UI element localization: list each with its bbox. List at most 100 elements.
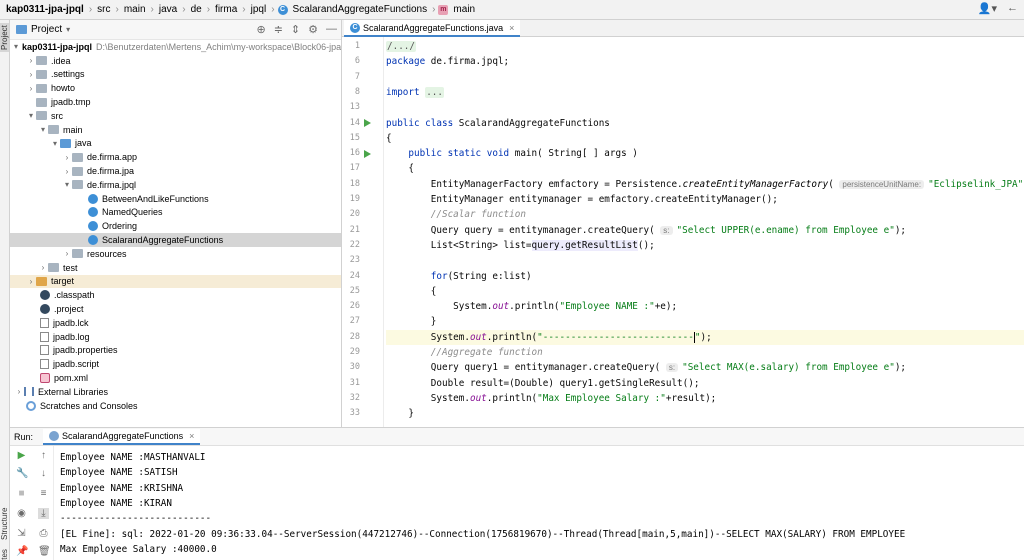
code-text: +e); [654, 301, 678, 313]
breadcrumb-project[interactable]: kap0311-jpa-jpql [4, 4, 86, 15]
scroll-to-end-icon[interactable]: ⤓ [38, 508, 49, 519]
close-icon[interactable]: × [509, 23, 514, 33]
breadcrumb-firma[interactable]: firma [213, 4, 239, 15]
tree-item-label: jpadb.tmp [51, 97, 91, 108]
tree-item-jpadb-lck[interactable]: jpadb.lck [10, 316, 341, 330]
tree-item-java[interactable]: ▾ java [10, 137, 341, 151]
chevron-down-icon[interactable]: ▾ [38, 125, 48, 134]
tree-item-test[interactable]: › test [10, 261, 341, 275]
chevron-right-icon[interactable]: › [38, 263, 48, 272]
chevron-right-icon[interactable]: › [26, 70, 36, 79]
breadcrumb-method[interactable]: main [451, 4, 477, 15]
tree-item-jpadb-properties[interactable]: jpadb.properties [10, 344, 341, 358]
chevron-down-icon[interactable]: ▾ [66, 25, 70, 34]
tree-item-pom-xml[interactable]: pom.xml [10, 371, 341, 385]
locate-icon[interactable]: ⊕ [256, 23, 265, 36]
code-area[interactable]: /.../ package de.firma.jpql; import ... … [386, 37, 1024, 427]
run-gutter-icon[interactable] [364, 119, 371, 127]
breadcrumb-main[interactable]: main [122, 4, 148, 15]
expand-icon[interactable]: ⇕ [291, 23, 300, 36]
structure-tool-button[interactable]: Structure [0, 508, 9, 540]
folded-imports[interactable]: ... [425, 86, 444, 98]
favorites-tool-button[interactable]: Favorites [0, 549, 9, 560]
breadcrumb-jpql[interactable]: jpql [249, 4, 269, 15]
chevron-down-icon[interactable]: ▾ [62, 180, 72, 189]
chevron-right-icon[interactable]: › [26, 56, 36, 65]
tree-root[interactable]: ▾ kap0311-jpa-jpql D:\Benutzerdaten\Mert… [10, 40, 341, 54]
tree-item-src[interactable]: ▾ src [10, 109, 341, 123]
run-gutter-icon[interactable] [364, 150, 371, 158]
editor-tab[interactable]: C ScalarandAggregateFunctions.java × [344, 20, 521, 37]
console-line: Employee NAME :KRISHNA [60, 482, 184, 494]
tree-item-scalarandaggregate[interactable]: ScalarandAggregateFunctions [10, 233, 341, 247]
tree-item-de-firma-app[interactable]: › de.firma.app [10, 150, 341, 164]
soft-wrap-icon[interactable]: ≡ [38, 488, 49, 499]
tree-item-label: NamedQueries [102, 207, 163, 218]
chevron-right-icon[interactable]: › [26, 277, 36, 286]
chevron-down-icon[interactable]: ▾ [26, 111, 36, 120]
tree-item-target[interactable]: › target [10, 274, 341, 289]
tree-item-scratches[interactable]: Scratches and Consoles [10, 399, 341, 413]
breadcrumb-class[interactable]: ScalarandAggregateFunctions [291, 4, 430, 15]
tree-item-external-libraries[interactable]: › External Libraries [10, 385, 341, 399]
close-icon[interactable]: × [189, 431, 194, 441]
tree-item-main[interactable]: ▾ main [10, 123, 341, 137]
tree-item-settings[interactable]: › .settings [10, 68, 341, 82]
code-editor[interactable]: 1 6 7 8 13 14 15 16 17 18 19 20 21 22 23… [342, 37, 1024, 427]
tree-item-jpadb-tmp[interactable]: jpadb.tmp [10, 95, 341, 109]
folder-icon [36, 56, 47, 66]
arrow-down-icon[interactable]: ↓ [38, 468, 49, 479]
gear-icon[interactable]: ⚙ [308, 23, 318, 36]
tree-item-project-file[interactable]: .project [10, 302, 341, 316]
chevron-down-icon[interactable]: ▾ [14, 42, 18, 51]
string-literal: "Select UPPER(e.ename) from Employee e" [676, 224, 895, 236]
tree-item-howto[interactable]: › howto [10, 81, 341, 95]
chevron-right-icon[interactable]: › [26, 84, 36, 93]
back-icon[interactable]: ← [1007, 2, 1018, 15]
breadcrumb-de[interactable]: de [189, 4, 204, 15]
tree-item-idea[interactable]: › .idea [10, 54, 341, 68]
collapse-all-icon[interactable]: ≑ [274, 23, 283, 36]
arrow-up-icon[interactable]: ↑ [38, 450, 49, 461]
project-tool-button[interactable]: Project [0, 23, 9, 52]
code-text: } [430, 316, 437, 328]
pin-icon[interactable]: 📌 [16, 546, 28, 557]
class-icon: C [350, 22, 360, 33]
camera-icon[interactable]: ◉ [16, 508, 27, 519]
chevron-right-icon[interactable]: › [62, 153, 72, 162]
wrench-icon[interactable]: 🔧 [16, 468, 28, 479]
console-output[interactable]: Employee NAME :MASTHANVALI Employee NAME… [60, 446, 1020, 560]
tree-item-label: java [75, 138, 92, 149]
user-icon[interactable]: 👤▾ [978, 2, 997, 15]
breadcrumb-src[interactable]: src [95, 4, 112, 15]
tree-item-de-firma-jpa[interactable]: › de.firma.jpa [10, 164, 341, 178]
chevron-right-icon[interactable]: › [62, 167, 72, 176]
line-number: 32 [349, 392, 360, 403]
chevron-right-icon[interactable]: › [14, 387, 24, 396]
stop-icon[interactable]: ■ [16, 488, 27, 499]
tree-item-jpadb-script[interactable]: jpadb.script [10, 357, 341, 371]
trash-icon[interactable]: 🗑 [38, 546, 51, 557]
tree-item-label: resources [87, 248, 127, 259]
chevron-down-icon[interactable]: ▾ [50, 139, 60, 148]
print-icon[interactable]: ⎙ [38, 528, 49, 539]
tree-item-ordering[interactable]: Ordering [10, 219, 341, 233]
code-line: Double result=(Double) query1.getSingleR… [386, 376, 1024, 391]
tree-item-resources[interactable]: › resources [10, 247, 341, 261]
run-tab[interactable]: ScalarandAggregateFunctions × [43, 428, 201, 445]
code-line: public class ScalarandAggregateFunctions [386, 116, 1024, 131]
tree-item-namedqueries[interactable]: NamedQueries [10, 206, 341, 220]
folded-code[interactable]: /.../ [386, 41, 416, 52]
tree-item-betweenandlike[interactable]: BetweenAndLikeFunctions [10, 192, 341, 206]
tree-item-jpadb-log[interactable]: jpadb.log [10, 330, 341, 344]
code-text: .println( [509, 301, 560, 313]
project-panel-title[interactable]: Project [31, 24, 62, 35]
chevron-right-icon[interactable]: › [62, 249, 72, 258]
static-field: out [469, 392, 487, 404]
login-icon[interactable]: ⇲ [16, 528, 27, 539]
breadcrumb-java[interactable]: java [157, 4, 179, 15]
hide-icon[interactable]: — [326, 23, 337, 36]
tree-item-classpath[interactable]: .classpath [10, 288, 341, 302]
tree-item-de-firma-jpql[interactable]: ▾ de.firma.jpql [10, 178, 341, 192]
rerun-icon[interactable]: ▶ [16, 450, 27, 461]
